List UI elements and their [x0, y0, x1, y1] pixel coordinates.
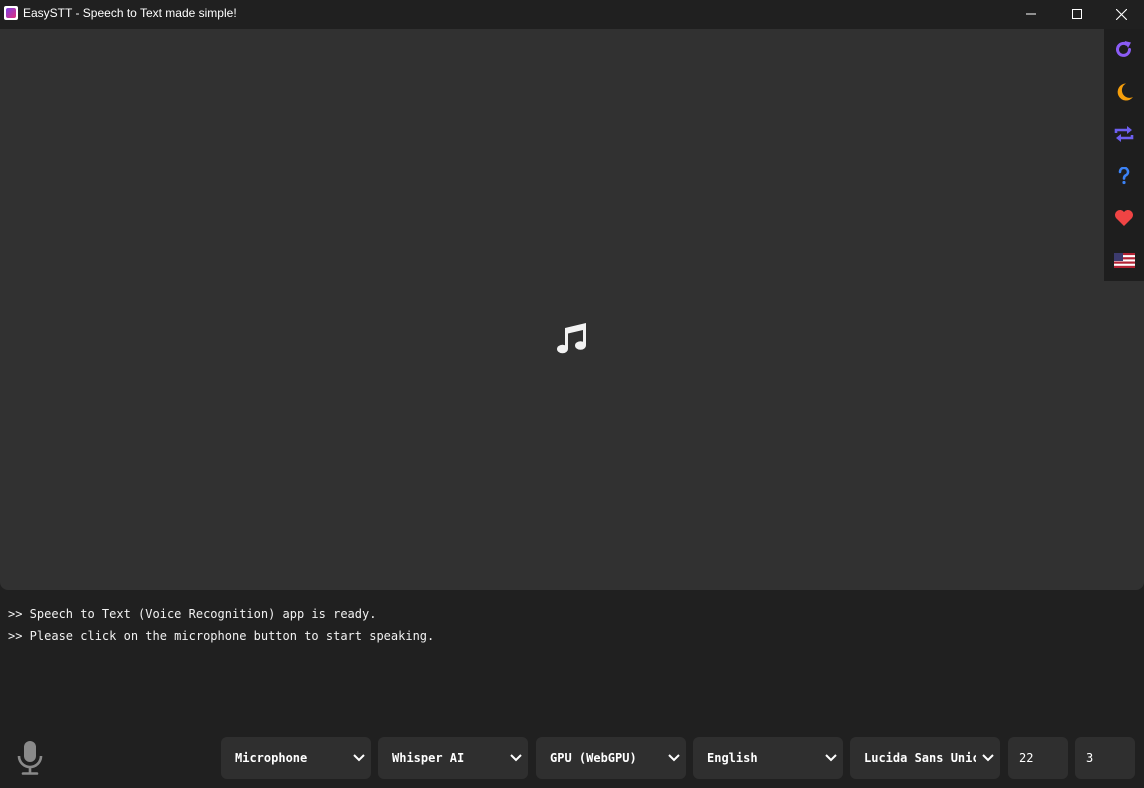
right-toolbar	[1104, 29, 1144, 281]
font-size-value: 22	[1019, 751, 1034, 765]
transcript-display-area	[0, 29, 1144, 590]
dark-mode-toggle[interactable]	[1104, 71, 1144, 113]
font-size-input[interactable]: 22	[1008, 737, 1068, 779]
lines-count-input[interactable]: 3	[1075, 737, 1135, 779]
font-select[interactable]: Lucida Sans Unicode	[850, 737, 1000, 779]
audio-source-value: Microphone	[235, 751, 308, 765]
chevron-down-icon	[982, 754, 994, 762]
reload-button[interactable]	[1104, 29, 1144, 71]
window-title: EasySTT - Speech to Text made simple!	[23, 6, 237, 20]
language-flag-button[interactable]	[1104, 239, 1144, 281]
heart-icon	[1115, 210, 1133, 226]
chevron-down-icon	[353, 754, 365, 762]
maximize-button[interactable]	[1054, 0, 1100, 28]
minimize-button[interactable]	[1008, 0, 1054, 28]
minimize-icon	[1026, 13, 1036, 15]
title-bar: EasySTT - Speech to Text made simple!	[0, 0, 1144, 28]
help-button[interactable]	[1104, 155, 1144, 197]
audio-source-select[interactable]: Microphone	[221, 737, 371, 779]
language-value: English	[707, 751, 758, 765]
font-value: Lucida Sans Unicode	[864, 751, 976, 765]
refresh-icon	[1116, 41, 1131, 57]
close-icon	[1115, 8, 1127, 20]
donate-button[interactable]	[1104, 197, 1144, 239]
app-logo-icon	[4, 6, 18, 20]
maximize-icon	[1072, 9, 1082, 19]
music-note-icon	[557, 323, 586, 354]
moon-icon	[1117, 83, 1133, 101]
log-line: >> Please click on the microphone button…	[8, 629, 435, 643]
chevron-down-icon	[510, 754, 522, 762]
chevron-down-icon	[825, 754, 837, 762]
language-select[interactable]: English	[693, 737, 843, 779]
engine-select[interactable]: Whisper AI	[378, 737, 528, 779]
us-flag-icon	[1113, 252, 1135, 268]
log-line: >> Speech to Text (Voice Recognition) ap…	[8, 607, 377, 621]
microphone-icon[interactable]	[14, 740, 46, 776]
lines-count-value: 3	[1086, 751, 1094, 765]
swap-button[interactable]	[1104, 113, 1144, 155]
help-icon	[1118, 167, 1130, 185]
repeat-icon	[1114, 126, 1134, 142]
device-value: GPU (WebGPU)	[550, 751, 637, 765]
close-button[interactable]	[1098, 0, 1144, 28]
chevron-down-icon	[668, 754, 680, 762]
engine-value: Whisper AI	[392, 751, 465, 765]
device-select[interactable]: GPU (WebGPU)	[536, 737, 686, 779]
status-log: >> Speech to Text (Voice Recognition) ap…	[8, 603, 434, 647]
